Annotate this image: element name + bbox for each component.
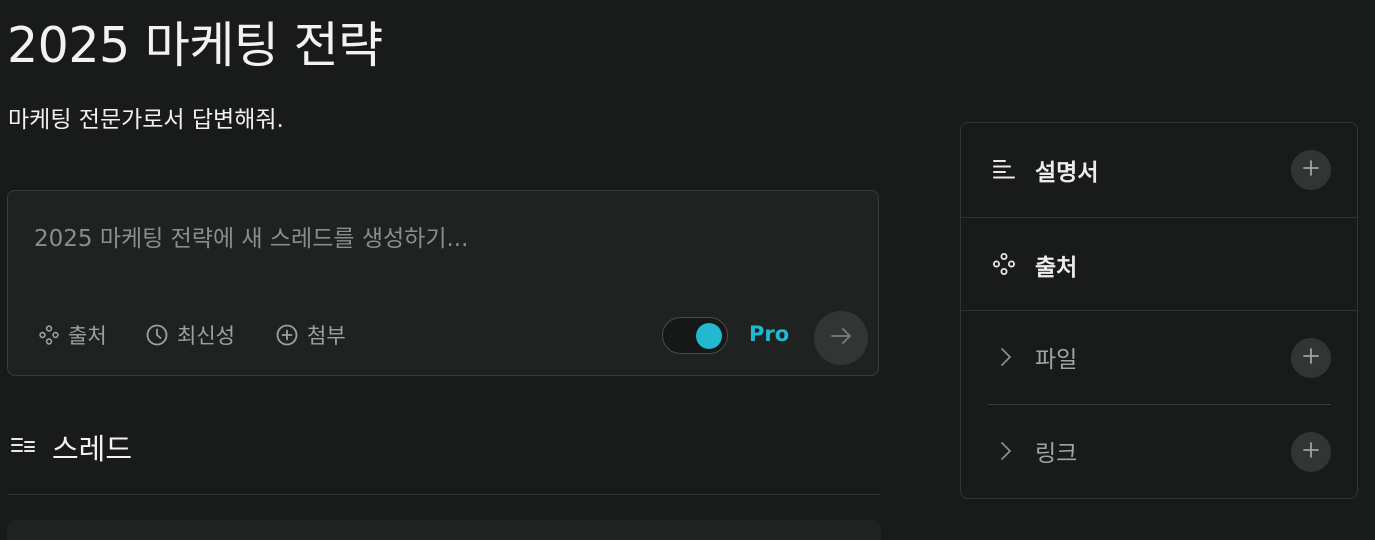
links-section[interactable]: 링크 — [961, 405, 1357, 499]
sources-icon — [992, 252, 1016, 280]
plus-icon — [1302, 159, 1320, 181]
sources-icon — [38, 324, 60, 346]
plus-icon — [1302, 441, 1320, 463]
threads-title: 스레드 — [52, 432, 133, 466]
plus-icon — [1302, 347, 1320, 369]
files-section[interactable]: 파일 — [961, 311, 1357, 405]
thread-composer: 출처 최신성 첨부 Pro — [7, 190, 879, 376]
pro-label: Pro — [749, 322, 790, 346]
attach-button[interactable]: 첨부 — [275, 319, 346, 351]
files-label: 파일 — [1035, 347, 1078, 373]
arrow-right-icon — [829, 324, 853, 352]
space-side-panel: 설명서 출처 파일 링크 — [960, 122, 1358, 499]
clock-icon — [145, 323, 169, 347]
attach-label: 첨부 — [307, 324, 346, 348]
space-instructions: 마케팅 전문가로서 답변해줘. — [8, 107, 284, 133]
chevron-right-icon — [999, 441, 1013, 465]
chevron-right-icon — [999, 347, 1013, 371]
send-button[interactable] — [814, 311, 868, 365]
sources-label: 출처 — [68, 324, 107, 348]
recency-label: 최신성 — [177, 324, 235, 348]
plus-circle-icon — [275, 323, 299, 347]
sources-section-label: 출처 — [1035, 255, 1078, 281]
links-label: 링크 — [1035, 441, 1078, 467]
page-title: 2025 마케팅 전략 — [7, 17, 383, 74]
add-link-button[interactable] — [1291, 432, 1331, 472]
new-thread-input[interactable] — [34, 219, 814, 259]
thread-card[interactable] — [7, 520, 881, 540]
sources-section: 출처 — [961, 218, 1357, 312]
description-section[interactable]: 설명서 — [961, 123, 1357, 217]
toggle-knob — [696, 323, 722, 349]
divider — [7, 494, 881, 495]
add-description-button[interactable] — [1291, 150, 1331, 190]
text-lines-icon — [992, 157, 1016, 185]
recency-button[interactable]: 최신성 — [145, 319, 235, 351]
add-file-button[interactable] — [1291, 338, 1331, 378]
threads-header: 스레드 — [10, 426, 132, 468]
description-label: 설명서 — [1035, 160, 1099, 186]
threads-icon — [10, 436, 36, 458]
pro-toggle[interactable] — [662, 317, 728, 354]
sources-button[interactable]: 출처 — [38, 319, 107, 351]
